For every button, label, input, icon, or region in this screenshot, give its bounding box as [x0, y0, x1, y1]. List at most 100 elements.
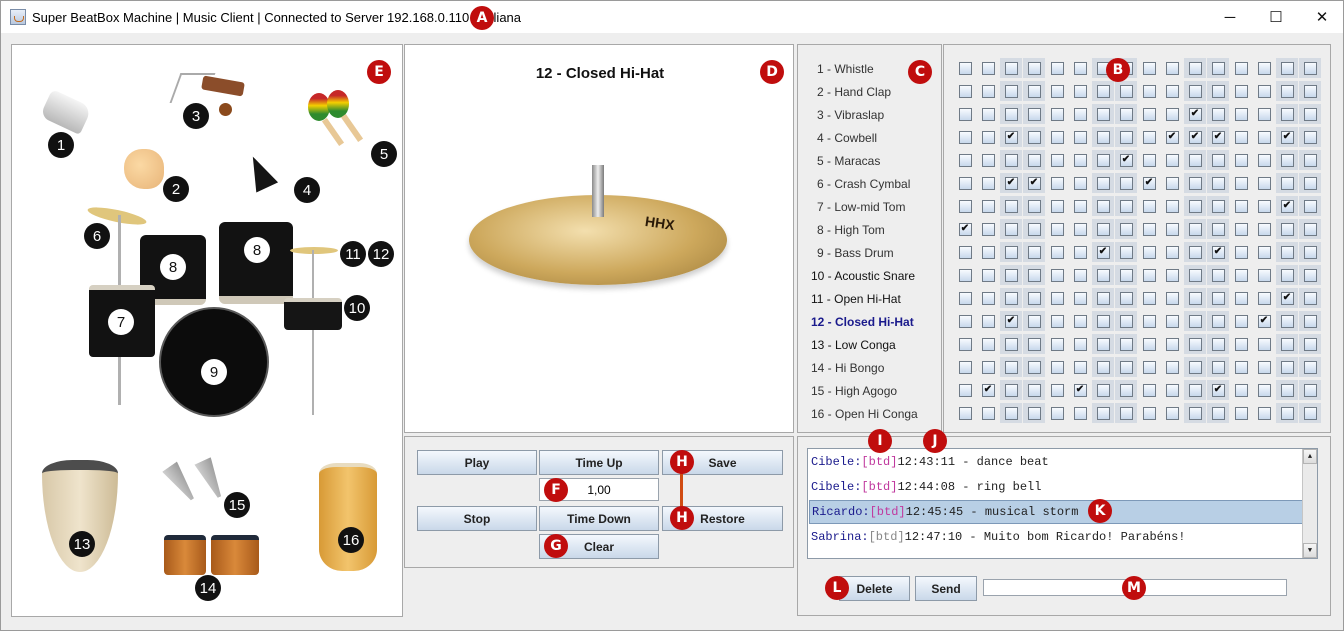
beat-checkbox[interactable] — [1096, 314, 1110, 328]
beat-checkbox[interactable] — [981, 360, 995, 374]
beat-checkbox[interactable] — [1073, 314, 1087, 328]
beat-checkbox[interactable] — [1050, 222, 1064, 236]
chat-message-list[interactable]: Cibele: [btd] 12:43:11 - dance beat Cibel… — [807, 448, 1318, 559]
beat-checkbox[interactable] — [1119, 406, 1133, 420]
beat-checkbox[interactable] — [1165, 245, 1179, 259]
beat-checkbox[interactable] — [1004, 268, 1018, 282]
beat-checkbox[interactable] — [1096, 383, 1110, 397]
beat-checkbox[interactable] — [1073, 337, 1087, 351]
beat-checkbox[interactable] — [981, 337, 995, 351]
beat-checkbox[interactable] — [981, 291, 995, 305]
beat-checkbox[interactable] — [1004, 360, 1018, 374]
maximize-button[interactable]: ☐ — [1253, 1, 1299, 33]
beat-checkbox[interactable] — [1165, 199, 1179, 213]
beat-checkbox[interactable] — [1050, 84, 1064, 98]
whistle-image[interactable] — [39, 89, 93, 135]
instrument-label[interactable]: 2 - Hand Clap — [817, 85, 891, 99]
play-button[interactable]: Play — [417, 450, 537, 475]
beat-checkbox[interactable] — [1303, 199, 1317, 213]
beat-checkbox[interactable] — [1211, 176, 1225, 190]
instrument-label[interactable]: 10 - Acoustic Snare — [811, 269, 915, 283]
beat-checkbox[interactable] — [1073, 84, 1087, 98]
beat-checkbox[interactable] — [1188, 153, 1202, 167]
beat-checkbox[interactable] — [1004, 107, 1018, 121]
beat-checkbox[interactable] — [1073, 153, 1087, 167]
beat-checkbox[interactable] — [1004, 222, 1018, 236]
hi-hat-image[interactable] — [290, 247, 338, 254]
beat-checkbox[interactable] — [1073, 406, 1087, 420]
chat-scrollbar[interactable]: ▲ ▼ — [1302, 449, 1317, 558]
beat-checkbox[interactable] — [1234, 222, 1248, 236]
beat-checkbox[interactable] — [1303, 360, 1317, 374]
beat-checkbox[interactable] — [958, 291, 972, 305]
chat-message[interactable]: Sabrina: [btd] 12:47:10 - Muito bom Rica… — [809, 525, 1304, 549]
instrument-label[interactable]: 3 - Vibraslap — [817, 108, 884, 122]
beat-checkbox[interactable] — [1280, 153, 1294, 167]
time-up-button[interactable]: Time Up — [539, 450, 659, 475]
beat-checkbox[interactable] — [1303, 84, 1317, 98]
beat-checkbox[interactable] — [1234, 107, 1248, 121]
beat-checkbox[interactable] — [1188, 61, 1202, 75]
beat-checkbox[interactable] — [1004, 406, 1018, 420]
beat-checkbox[interactable] — [1165, 153, 1179, 167]
beat-checkbox[interactable] — [958, 176, 972, 190]
beat-checkbox[interactable] — [1234, 291, 1248, 305]
beat-checkbox[interactable] — [1303, 107, 1317, 121]
beat-checkbox[interactable] — [1096, 360, 1110, 374]
beat-checkbox[interactable] — [1234, 314, 1248, 328]
beat-checkbox[interactable] — [1211, 314, 1225, 328]
beat-checkbox[interactable] — [1303, 130, 1317, 144]
beat-checkbox[interactable] — [1257, 176, 1271, 190]
beat-checkbox[interactable] — [1211, 406, 1225, 420]
beat-checkbox[interactable]: ✔ — [958, 222, 972, 236]
beat-checkbox[interactable]: ✔ — [1280, 130, 1294, 144]
beat-checkbox[interactable] — [1119, 130, 1133, 144]
minimize-button[interactable]: ─ — [1207, 1, 1253, 33]
beat-checkbox[interactable] — [1280, 406, 1294, 420]
beat-checkbox[interactable] — [981, 84, 995, 98]
beat-checkbox[interactable] — [1050, 61, 1064, 75]
snare-drum-image[interactable] — [284, 298, 342, 330]
beat-checkbox[interactable] — [1050, 406, 1064, 420]
beat-checkbox[interactable] — [1050, 337, 1064, 351]
beat-checkbox[interactable] — [1073, 268, 1087, 282]
beat-checkbox[interactable] — [1050, 360, 1064, 374]
beat-checkbox[interactable] — [1096, 84, 1110, 98]
beat-checkbox[interactable] — [1050, 314, 1064, 328]
beat-checkbox[interactable] — [1234, 130, 1248, 144]
beat-checkbox[interactable] — [1165, 291, 1179, 305]
beat-checkbox[interactable] — [1211, 268, 1225, 282]
beat-checkbox[interactable] — [1142, 107, 1156, 121]
beat-checkbox[interactable] — [1004, 199, 1018, 213]
beat-checkbox[interactable] — [1119, 245, 1133, 259]
beat-checkbox[interactable] — [1188, 222, 1202, 236]
beat-checkbox[interactable] — [1257, 383, 1271, 397]
beat-checkbox[interactable] — [1142, 291, 1156, 305]
beat-checkbox[interactable] — [1303, 268, 1317, 282]
beat-checkbox[interactable] — [1004, 84, 1018, 98]
beat-checkbox[interactable] — [1027, 360, 1041, 374]
beat-checkbox[interactable]: ✔ — [1004, 130, 1018, 144]
chat-message[interactable]: Cibele: [btd] 12:43:11 - dance beat — [809, 450, 1304, 474]
beat-checkbox[interactable] — [1280, 360, 1294, 374]
beat-checkbox[interactable] — [1142, 199, 1156, 213]
beat-checkbox[interactable] — [1119, 107, 1133, 121]
beat-checkbox[interactable] — [1257, 199, 1271, 213]
instrument-label[interactable]: 4 - Cowbell — [817, 131, 877, 145]
beat-checkbox[interactable] — [1073, 176, 1087, 190]
beat-checkbox[interactable] — [1073, 130, 1087, 144]
delete-button[interactable]: Delete — [839, 576, 910, 601]
beat-checkbox[interactable] — [1303, 61, 1317, 75]
beat-checkbox[interactable] — [1096, 199, 1110, 213]
beat-checkbox[interactable]: ✔ — [1280, 199, 1294, 213]
beat-checkbox[interactable] — [1027, 153, 1041, 167]
beat-checkbox[interactable] — [958, 130, 972, 144]
beat-checkbox[interactable] — [1142, 84, 1156, 98]
beat-checkbox[interactable] — [958, 383, 972, 397]
beat-checkbox[interactable] — [1234, 84, 1248, 98]
beat-checkbox[interactable] — [1165, 268, 1179, 282]
beat-checkbox[interactable] — [1165, 107, 1179, 121]
beat-checkbox[interactable] — [1027, 130, 1041, 144]
beat-checkbox[interactable] — [1188, 84, 1202, 98]
beat-checkbox[interactable] — [1211, 107, 1225, 121]
